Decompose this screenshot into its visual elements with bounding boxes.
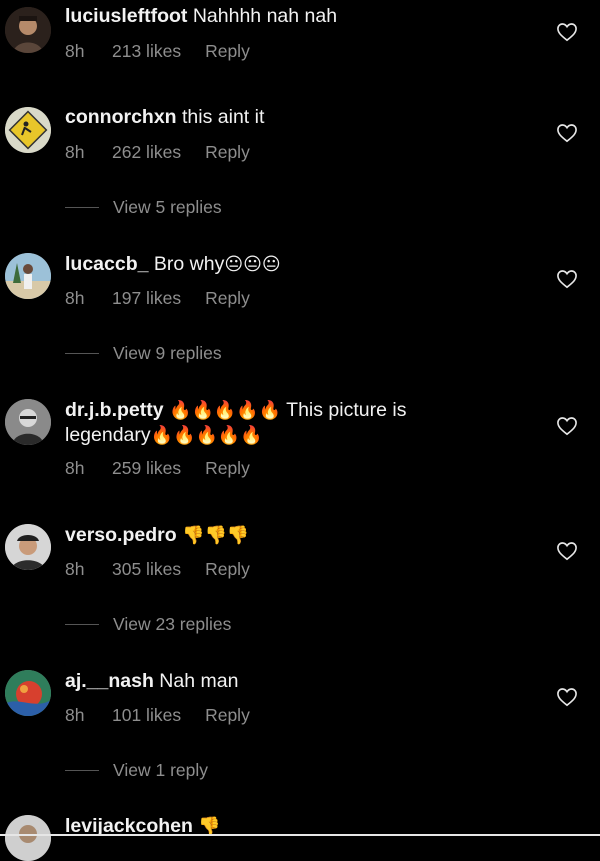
- view-replies-label: View 5 replies: [113, 196, 222, 217]
- view-replies-label: View 1 reply: [113, 759, 209, 780]
- like-button[interactable]: [556, 123, 578, 143]
- heart-outline-icon: [557, 417, 577, 436]
- comment-body: Nahhhh nah nah: [187, 5, 338, 27]
- heart-outline-icon: [557, 542, 577, 561]
- neutral-face-emoji: 😐😐😐: [224, 254, 281, 275]
- comment-text: aj.__nash Nah man: [65, 669, 485, 693]
- heart-outline-icon: [557, 124, 577, 143]
- like-button[interactable]: [556, 687, 578, 707]
- comment-likes[interactable]: 197 likes: [112, 288, 181, 309]
- fire-emoji: 🔥🔥🔥🔥🔥: [150, 425, 263, 446]
- comment-meta: 8h 305 likes Reply: [65, 559, 250, 580]
- view-replies-label: View 23 replies: [113, 613, 232, 634]
- comment-likes[interactable]: 213 likes: [112, 41, 181, 62]
- avatar[interactable]: [5, 253, 51, 299]
- comment-body: this aint it: [176, 106, 265, 128]
- replies-divider: [65, 206, 99, 208]
- avatar[interactable]: [5, 107, 51, 153]
- view-replies-button[interactable]: View 1 reply: [65, 759, 208, 781]
- like-button[interactable]: [556, 541, 578, 561]
- heart-outline-icon: [557, 270, 577, 289]
- comment-time: 8h: [65, 142, 85, 162]
- comment-time: 8h: [65, 288, 85, 308]
- reply-button[interactable]: Reply: [205, 705, 250, 726]
- comment-meta: 8h 101 likes Reply: [65, 705, 250, 726]
- replies-divider: [65, 352, 99, 354]
- reply-button[interactable]: Reply: [205, 458, 250, 479]
- comment-username[interactable]: dr.j.b.petty: [65, 399, 164, 421]
- like-button[interactable]: [556, 416, 578, 436]
- comment-time: 8h: [65, 705, 85, 725]
- person-cap-avatar-icon: [5, 524, 51, 570]
- person-avatar-icon: [5, 815, 51, 861]
- person-beach-avatar-icon: [5, 253, 51, 299]
- comment-likes[interactable]: 262 likes: [112, 142, 181, 163]
- view-replies-button[interactable]: View 9 replies: [65, 342, 222, 364]
- reply-button[interactable]: Reply: [205, 41, 250, 62]
- avatar[interactable]: [5, 815, 51, 861]
- replies-divider: [65, 623, 99, 625]
- heart-outline-icon: [557, 688, 577, 707]
- view-replies-label: View 9 replies: [113, 342, 222, 363]
- comment-time: 8h: [65, 41, 85, 61]
- comment-username[interactable]: aj.__nash: [65, 670, 154, 692]
- comment-likes[interactable]: 305 likes: [112, 559, 181, 580]
- comment-likes[interactable]: 101 likes: [112, 705, 181, 726]
- view-replies-button[interactable]: View 23 replies: [65, 613, 231, 635]
- avatar[interactable]: [5, 7, 51, 53]
- comment-text: luciusleftfoot Nahhhh nah nah: [65, 4, 485, 28]
- comment-username[interactable]: verso.pedro: [65, 524, 177, 546]
- comment-meta: 8h 213 likes Reply: [65, 41, 250, 62]
- comment-meta: 8h 262 likes Reply: [65, 142, 250, 163]
- person-avatar-icon: [5, 7, 51, 53]
- reply-button[interactable]: Reply: [205, 559, 250, 580]
- comment-text: dr.j.b.petty 🔥🔥🔥🔥🔥 This picture is legen…: [65, 398, 485, 448]
- heart-outline-icon: [557, 23, 577, 42]
- comment-username[interactable]: luciusleftfoot: [65, 5, 187, 27]
- reply-button[interactable]: Reply: [205, 288, 250, 309]
- warning-sign-avatar-icon: [5, 107, 51, 153]
- like-button[interactable]: [556, 269, 578, 289]
- comment-time: 8h: [65, 559, 85, 579]
- person-avatar-icon: [5, 399, 51, 445]
- comment-meta: 8h 197 likes Reply: [65, 288, 250, 309]
- replies-divider: [65, 769, 99, 771]
- thumbs-down-emoji: 👎👎👎: [182, 525, 250, 546]
- avatar[interactable]: [5, 670, 51, 716]
- comment-body: Bro why: [148, 253, 225, 275]
- comment-text: lucaccb_ Bro why😐😐😐: [65, 252, 485, 277]
- abstract-avatar-icon: [5, 670, 51, 716]
- comment-username[interactable]: connorchxn: [65, 106, 177, 128]
- fire-emoji: 🔥🔥🔥🔥🔥: [169, 400, 282, 421]
- avatar[interactable]: [5, 524, 51, 570]
- comment-time: 8h: [65, 458, 85, 478]
- view-replies-button[interactable]: View 5 replies: [65, 196, 222, 218]
- avatar[interactable]: [5, 399, 51, 445]
- comment-username[interactable]: lucaccb_: [65, 253, 148, 275]
- comment-text: verso.pedro 👎👎👎: [65, 523, 485, 548]
- like-button[interactable]: [556, 22, 578, 42]
- comment-body: Nah man: [153, 670, 239, 692]
- reply-button[interactable]: Reply: [205, 142, 250, 163]
- comment-text: connorchxn this aint it: [65, 105, 485, 129]
- comment-meta: 8h 259 likes Reply: [65, 458, 250, 479]
- comment-likes[interactable]: 259 likes: [112, 458, 181, 479]
